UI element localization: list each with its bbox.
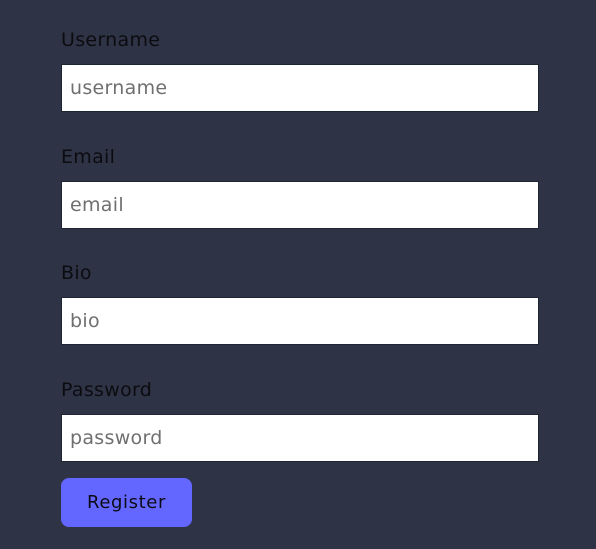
register-button[interactable]: Register: [61, 478, 192, 527]
email-input[interactable]: [61, 181, 539, 229]
bio-label: Bio: [61, 262, 92, 284]
bio-field-group: Bio: [61, 262, 539, 345]
username-input[interactable]: [61, 64, 539, 112]
password-label: Password: [61, 379, 153, 401]
email-field-group: Email: [61, 146, 539, 229]
bio-input[interactable]: [61, 297, 539, 345]
password-input[interactable]: [61, 414, 539, 462]
password-field-group: Password: [61, 379, 539, 462]
email-label: Email: [61, 146, 116, 168]
username-field-group: Username: [61, 29, 539, 112]
username-label: Username: [61, 29, 161, 51]
